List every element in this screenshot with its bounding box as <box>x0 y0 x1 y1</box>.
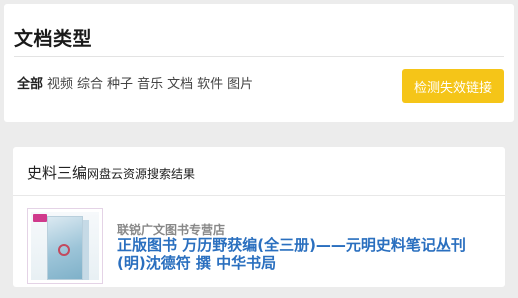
book-cover-image[interactable] <box>27 208 103 284</box>
results-card: 史料三编网盘云资源搜索结果 联锐广文图书专营店 正版图书 万历野获编(全三册)—… <box>13 147 505 287</box>
results-heading-suffix: 网盘云资源搜索结果 <box>87 167 196 181</box>
publisher-stamp-icon <box>33 214 47 222</box>
type-all[interactable]: 全部 <box>17 73 43 92</box>
book-cover-illustration <box>31 212 99 280</box>
filter-heading: 文档类型 <box>14 28 93 50</box>
type-video[interactable]: 视频 <box>47 73 73 92</box>
filter-divider <box>14 56 504 57</box>
results-divider <box>13 195 505 196</box>
result-title-link[interactable]: 正版图书 万历野获编(全三册)——元明史料笔记丛刊(明)沈德符 撰 中华书局 <box>117 236 487 272</box>
book-spine-icon <box>83 220 89 280</box>
type-general[interactable]: 综合 <box>77 73 103 92</box>
check-invalid-links-button[interactable]: 检测失效链接 <box>402 69 504 103</box>
type-torrent[interactable]: 种子 <box>107 73 133 92</box>
result-item: 联锐广文图书专营店 正版图书 万历野获编(全三册)——元明史料笔记丛刊(明)沈德… <box>27 208 495 298</box>
type-software[interactable]: 软件 <box>197 73 223 92</box>
type-music[interactable]: 音乐 <box>137 73 163 92</box>
type-document[interactable]: 文档 <box>167 73 193 92</box>
filter-card: 文档类型 全部 视频 综合 种子 音乐 文档 软件 图片 检测失效链接 <box>4 4 514 122</box>
document-type-list: 全部 视频 综合 种子 音乐 文档 软件 图片 <box>17 73 253 92</box>
search-keyword: 史料三编 <box>27 164 88 182</box>
red-seal-icon <box>58 244 70 256</box>
type-image[interactable]: 图片 <box>227 73 253 92</box>
results-header: 史料三编网盘云资源搜索结果 <box>27 162 195 183</box>
